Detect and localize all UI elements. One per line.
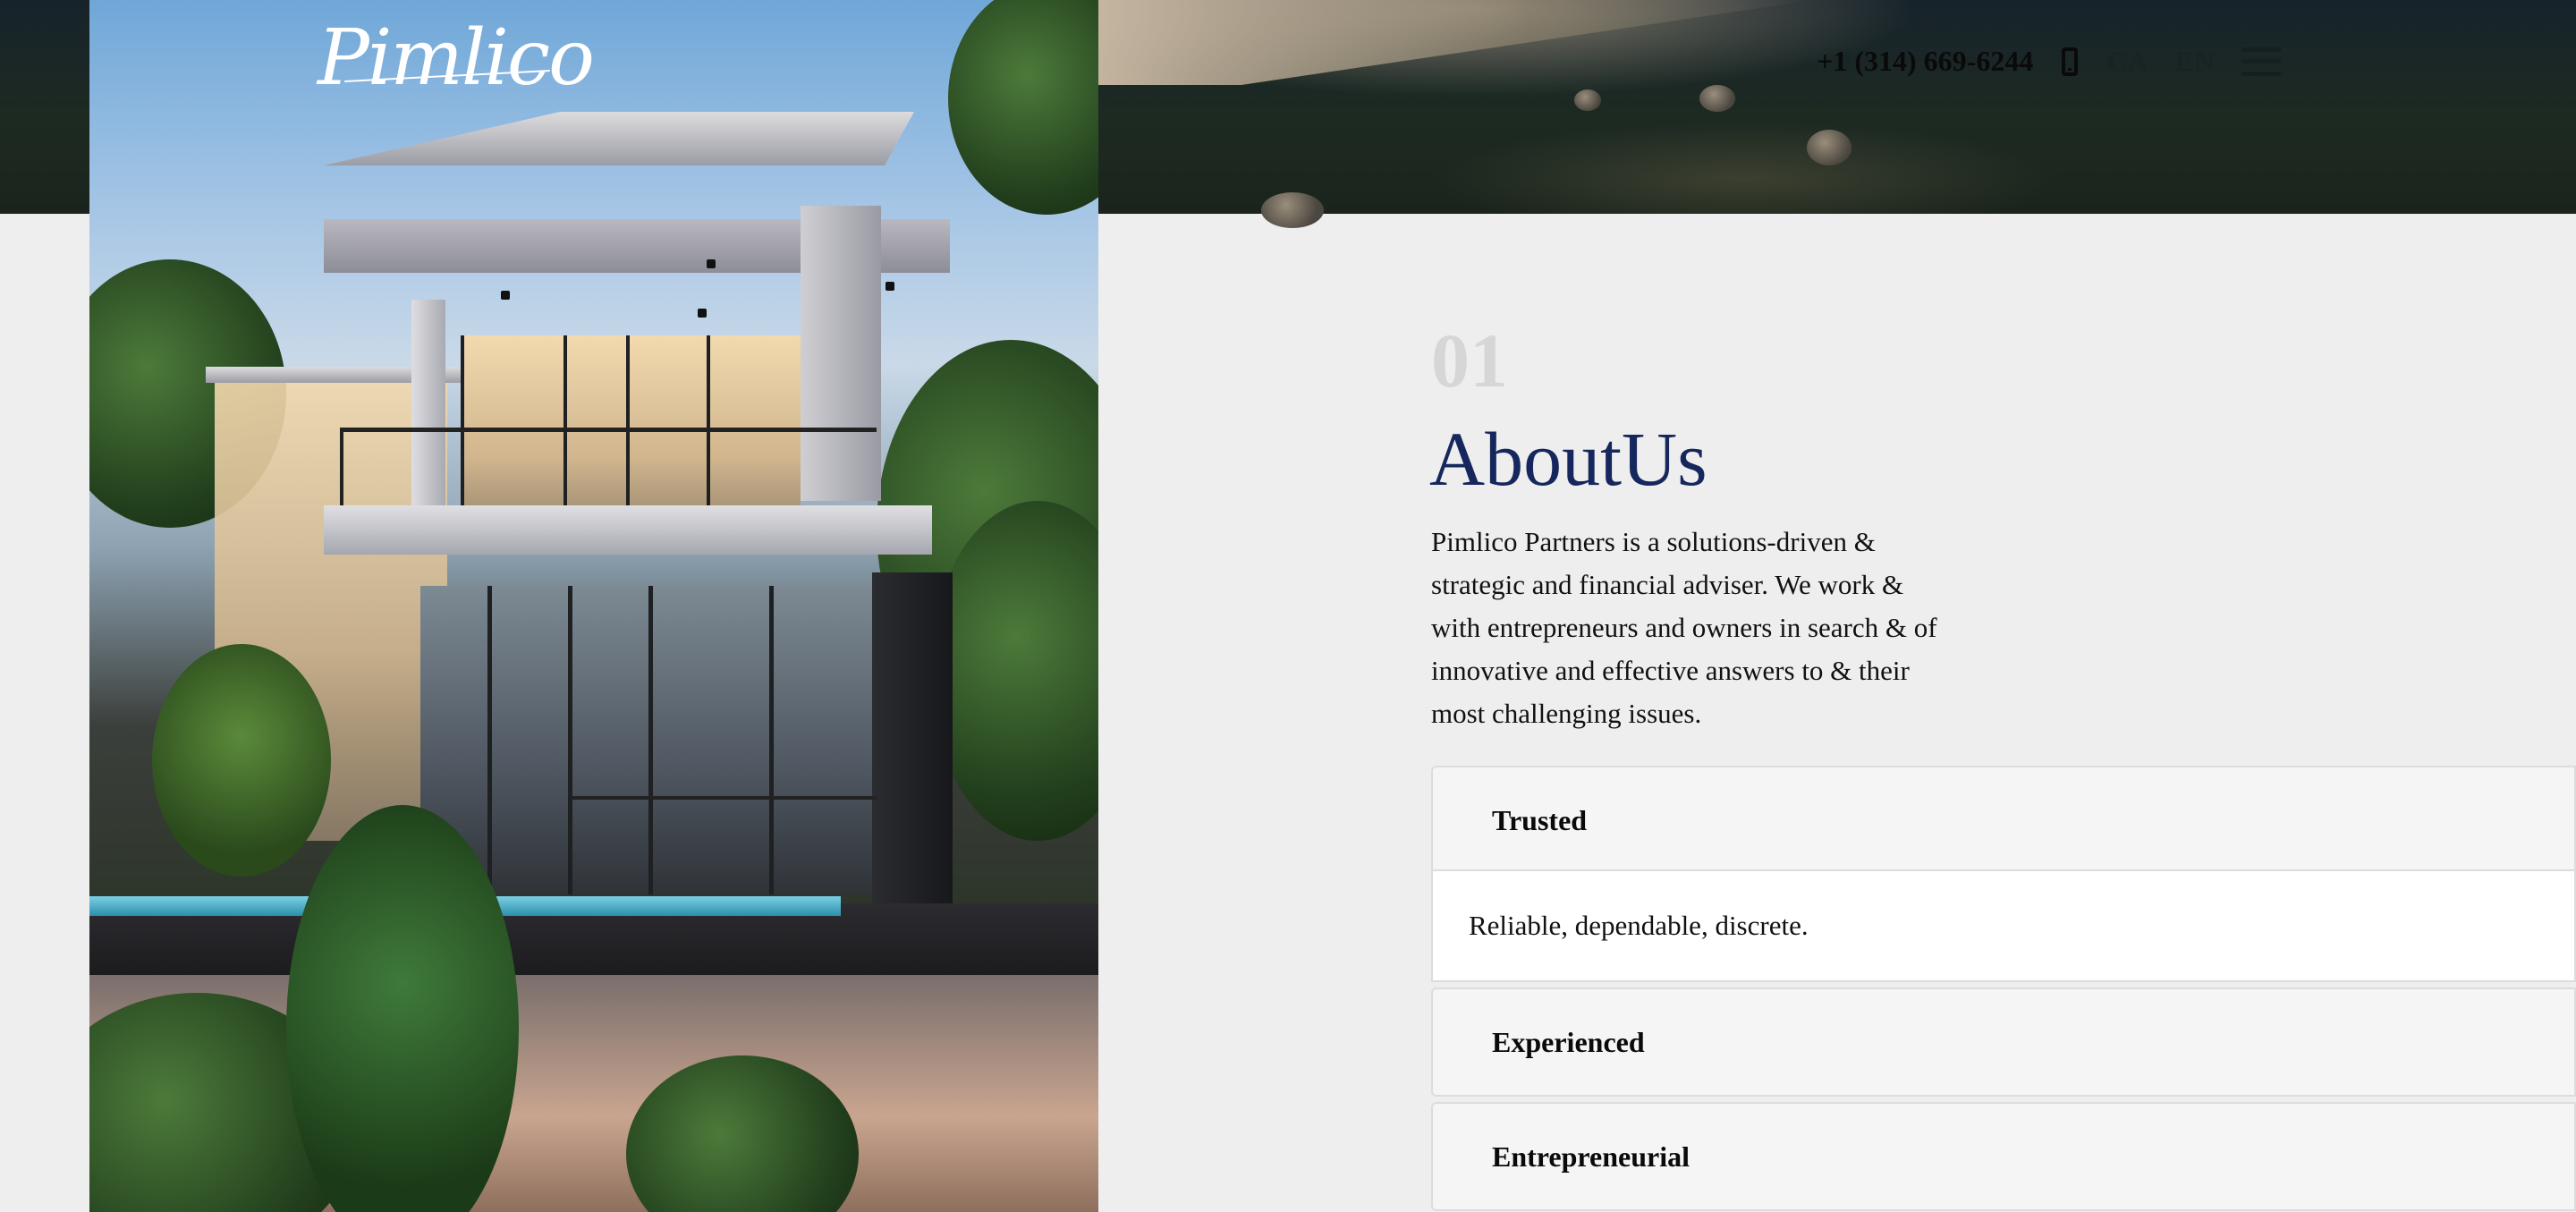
values-accordion: Trusted Reliable, dependable, discrete. … [1431,766,2576,1212]
phone-link[interactable]: +1 (314) 669-6244 [1817,45,2033,78]
brand-logo[interactable]: Pimlico [318,20,595,97]
language-ca[interactable]: CA [2106,45,2148,78]
palm [152,644,331,877]
tree [948,0,1098,215]
column-wall [801,206,881,501]
brand-logo-text: Pimlico [318,13,595,103]
mullion [769,586,774,894]
lower-rail [572,796,877,800]
downlight [501,291,510,300]
mobile-phone-icon[interactable] [2062,47,2079,76]
roof-overhang [324,112,914,165]
menu-bar [2241,71,2281,76]
hero-rock [1699,85,1735,112]
section-number: 01 [1431,318,1508,403]
hero-rock [1261,192,1324,228]
mullion [648,586,653,894]
house-photo [89,0,1098,1212]
menu-bar [2241,59,2281,64]
dark-brick-wall [872,572,953,903]
accordion-header-trusted[interactable]: Trusted [1431,766,2576,875]
menu-bar [2241,47,2281,52]
hamburger-menu-icon[interactable] [2241,47,2281,76]
page: Pimlico +1 (314) 669-6244 CA EN 01 About… [0,0,2576,1212]
header-nav: +1 (314) 669-6244 CA EN [1817,45,2281,78]
hero-architecture-slab [1098,0,1814,85]
downlight [707,259,716,268]
section-intro: Pimlico Partners is a solutions-driven &… [1431,526,1937,729]
downlight [886,282,894,291]
floor-slab [324,505,932,555]
hero-rock [1574,89,1601,111]
downlight [698,309,707,318]
mullion [487,586,492,894]
mullion [568,586,572,894]
section-title: AboutUs [1429,416,1707,502]
accordion-header-experienced[interactable]: Experienced [1431,987,2576,1097]
balcony-rail [340,428,877,432]
hero-rock [1807,130,1852,165]
accordion-body-trusted: Reliable, dependable, discrete. [1431,869,2576,982]
accordion-header-entrepreneurial[interactable]: Entrepreneurial [1431,1102,2576,1211]
language-en[interactable]: EN [2175,45,2215,78]
